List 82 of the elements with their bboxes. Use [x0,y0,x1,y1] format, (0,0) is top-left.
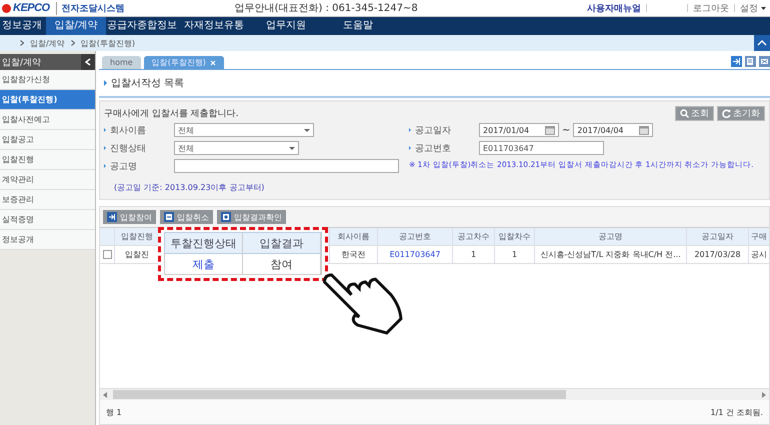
field-label: 공고번호 [415,142,452,154]
table-cell: 1 [470,250,476,259]
column-header[interactable]: 입찰차수 [495,228,535,245]
sidebar-item[interactable]: 보증관리 [0,190,95,210]
logout-link[interactable]: 로그아웃 [693,2,729,14]
search-icon [680,108,689,118]
nav-menu-item[interactable]: 자재정보유통 [178,17,250,35]
chevron-icon [20,40,24,46]
row-checkbox[interactable] [102,250,112,259]
date-field[interactable]: 2017/01/04 [479,123,559,137]
calendar-icon[interactable] [639,126,650,134]
sidebar-title: 입찰/계약 [2,56,42,68]
table-cell: 한국전 [342,249,366,260]
column-header[interactable]: 공고일자 [687,228,749,245]
chevron-icon [70,40,75,46]
dropdown-field[interactable]: 전체 [174,123,314,137]
sidebar-item[interactable]: 계약관리 [0,170,95,190]
document-icon [164,212,174,222]
column-header: 입찰결과 [243,233,321,253]
chevron-left-icon [85,58,91,66]
status-text: 1/1 건 조회됨. [710,406,763,418]
settings-menu[interactable]: 설정 [740,2,766,14]
sidebar-item[interactable]: 실적증명 [0,210,95,230]
table-cell: 공시 [751,249,767,260]
enter-icon [107,212,117,222]
close-icon[interactable] [210,60,216,66]
nav-menu-item[interactable]: 도움말 [322,17,394,35]
dropdown-icon [761,6,766,10]
sidebar-item[interactable]: 입찰(투찰진행) [0,90,95,110]
sidebar-item[interactable]: 정보공개 [0,230,95,250]
column-header[interactable]: 공고명 [535,228,687,245]
export-icon[interactable] [731,56,742,67]
horizontal-scrollbar[interactable] [100,388,769,400]
field-label: 진행상태 [110,142,147,154]
nav-menu-item[interactable]: 입찰/계약 [46,17,106,35]
system-name: 전자조달시스템 [56,2,125,14]
tab[interactable]: home [102,56,141,69]
field-label: 공고일자 [415,124,452,136]
input-field[interactable]: E011703647 [479,141,604,155]
range-separator: ~ [562,124,570,136]
nav-menu-item[interactable]: 공급자종합정보 [106,17,178,35]
refresh-icon [722,108,731,118]
contact-text: 업무안내(대표전화) : 061-345-1247~8 [234,2,418,15]
table-cell: 2017/03/28 [694,250,741,259]
description-text: 구매사에게 입찰서를 제출합니다. [104,108,239,120]
document-icon[interactable] [745,56,756,67]
column-header[interactable]: 공고번호 [378,228,453,245]
sidebar-item[interactable]: 입찰참가신청 [0,70,95,90]
calendar-icon[interactable] [545,126,555,134]
column-header[interactable]: 구매 [749,228,769,245]
breadcrumb-item[interactable]: 입찰/계약 [30,38,65,48]
window-icon[interactable] [759,56,770,67]
collapse-button[interactable] [754,35,770,51]
note-text: (공고일 기준: 2013.09.23이후 공고부터) [113,182,266,193]
column-header[interactable]: 공고차수 [453,228,495,245]
bullet-icon [104,80,107,86]
date-field[interactable]: 2017/04/04 [573,123,654,137]
collapse-sidebar-button[interactable] [81,54,95,70]
column-header: 투찰진행상태 [165,233,243,253]
input-field[interactable] [174,159,399,173]
field-label: 회사이름 [110,124,147,136]
nav-menu-item[interactable]: 업무지원 [250,17,322,35]
kepco-logo[interactable]: KEPCO [0,2,50,14]
table-cell: 1 [512,250,518,259]
field-label: 공고명 [110,160,138,172]
sidebar-item[interactable]: 입찰사전예고 [0,110,95,130]
breadcrumb-item[interactable]: 입찰(투찰진행) [80,38,135,48]
table-cell: 참여 [270,256,292,272]
sidebar-item[interactable]: 입찰공고 [0,130,95,150]
page-title: 입찰서작성 목록 [111,77,184,90]
table-cell: 신시흥-신성남T/L 지중화 옥내C/H 전... [540,249,681,260]
notice-number-link[interactable]: E011703647 [390,250,440,259]
row-count: 행 1 [106,406,122,418]
sidebar-item[interactable]: 입찰진행 [0,150,95,170]
document-icon [221,212,231,222]
status-link[interactable]: 제출 [192,256,214,272]
nav-menu-item[interactable]: 정보공개 [0,17,46,35]
manual-link[interactable]: 사용자매뉴얼 [587,2,641,14]
table-cell: 입찰진 [125,249,149,260]
chevron-up-icon [757,40,767,46]
dropdown-field[interactable]: 전체 [174,141,299,155]
column-header[interactable]: 회사이름 [330,228,378,245]
